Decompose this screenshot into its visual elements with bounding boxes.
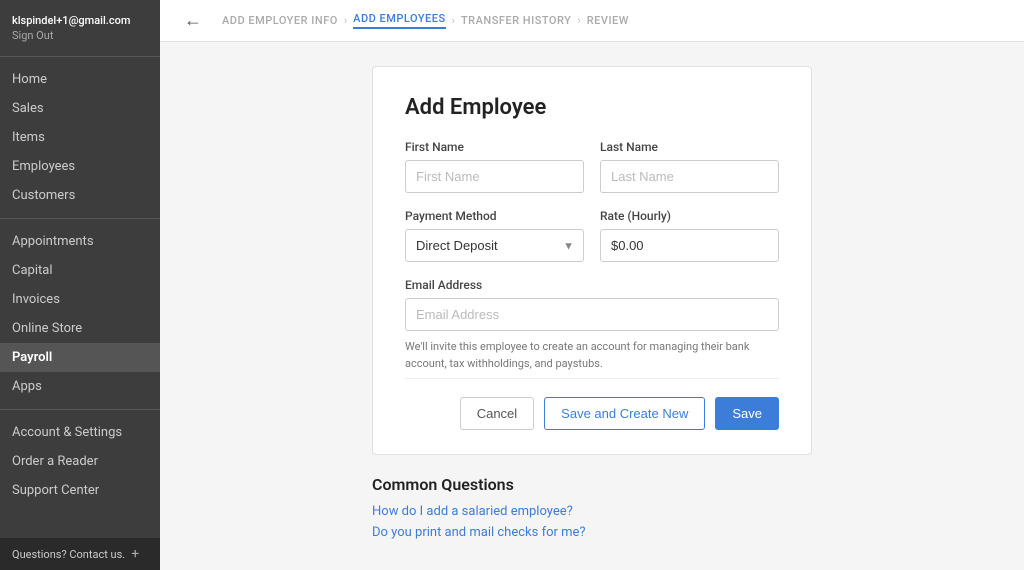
sidebar-item-apps[interactable]: Apps <box>0 372 160 401</box>
breadcrumb-sep-2: › <box>452 14 455 27</box>
common-questions-section: Common Questions How do I add a salaried… <box>372 475 812 540</box>
payment-rate-row: Payment Method Direct Deposit Check Cash… <box>405 209 779 262</box>
sidebar-item-online-store[interactable]: Online Store <box>0 314 160 343</box>
contact-plus-icon: + <box>131 546 139 562</box>
sidebar-signout[interactable]: Sign Out <box>12 29 148 42</box>
sidebar-item-appointments[interactable]: Appointments <box>0 227 160 256</box>
payment-method-wrapper: Direct Deposit Check Cash ▼ <box>405 229 584 262</box>
name-row: First Name Last Name <box>405 140 779 193</box>
sidebar-item-customers[interactable]: Customers <box>0 181 160 210</box>
payment-method-group: Payment Method Direct Deposit Check Cash… <box>405 209 584 262</box>
sidebar-divider-3 <box>0 409 160 410</box>
save-button[interactable]: Save <box>715 397 779 430</box>
sidebar-divider-1 <box>0 56 160 57</box>
breadcrumb-sep-1: › <box>344 14 347 27</box>
main-content: ← ADD EMPLOYER INFO › ADD EMPLOYEES › TR… <box>160 0 1024 570</box>
breadcrumb-add-employees[interactable]: ADD EMPLOYEES <box>353 12 446 29</box>
sidebar-contact[interactable]: Questions? Contact us. + <box>0 538 160 570</box>
email-group: Email Address We'll invite this employee… <box>405 278 779 372</box>
breadcrumb-review[interactable]: REVIEW <box>587 14 629 27</box>
first-name-label: First Name <box>405 140 584 154</box>
sidebar-item-capital[interactable]: Capital <box>0 256 160 285</box>
cq-link-2[interactable]: Do you print and mail checks for me? <box>372 525 812 540</box>
sidebar-item-employees[interactable]: Employees <box>0 152 160 181</box>
rate-input[interactable] <box>600 229 779 262</box>
last-name-label: Last Name <box>600 140 779 154</box>
first-name-group: First Name <box>405 140 584 193</box>
sidebar-user-section: klspindel+1@gmail.com Sign Out <box>0 0 160 48</box>
email-note: We'll invite this employee to create an … <box>405 339 779 372</box>
sidebar-email: klspindel+1@gmail.com <box>12 14 148 27</box>
save-and-create-new-button[interactable]: Save and Create New <box>544 397 705 430</box>
email-label: Email Address <box>405 278 779 292</box>
cancel-button[interactable]: Cancel <box>460 397 534 430</box>
last-name-group: Last Name <box>600 140 779 193</box>
page-content: Add Employee First Name Last Name Paymen… <box>160 42 1024 570</box>
payment-method-label: Payment Method <box>405 209 584 223</box>
last-name-input[interactable] <box>600 160 779 193</box>
breadcrumb-transfer-history[interactable]: TRANSFER HISTORY <box>461 14 571 27</box>
email-input[interactable] <box>405 298 779 331</box>
sidebar-item-account-settings[interactable]: Account & Settings <box>0 418 160 447</box>
contact-label: Questions? Contact us. <box>12 548 125 561</box>
sidebar-item-home[interactable]: Home <box>0 65 160 94</box>
breadcrumb-add-employer[interactable]: ADD EMPLOYER INFO <box>222 14 338 27</box>
breadcrumb-sep-3: › <box>577 14 580 27</box>
common-questions-title: Common Questions <box>372 475 812 494</box>
payment-method-select[interactable]: Direct Deposit Check Cash <box>405 229 584 262</box>
breadcrumbs: ADD EMPLOYER INFO › ADD EMPLOYEES › TRAN… <box>222 12 629 29</box>
top-nav: ← ADD EMPLOYER INFO › ADD EMPLOYEES › TR… <box>160 0 1024 42</box>
sidebar-item-invoices[interactable]: Invoices <box>0 285 160 314</box>
form-actions: Cancel Save and Create New Save <box>405 378 779 430</box>
form-title: Add Employee <box>405 95 779 120</box>
add-employee-form-card: Add Employee First Name Last Name Paymen… <box>372 66 812 455</box>
sidebar-divider-2 <box>0 218 160 219</box>
back-button[interactable]: ← <box>184 10 202 31</box>
sidebar-bottom: Questions? Contact us. + <box>0 538 160 570</box>
sidebar-item-items[interactable]: Items <box>0 123 160 152</box>
sidebar-item-support[interactable]: Support Center <box>0 476 160 505</box>
sidebar-item-payroll[interactable]: Payroll <box>0 343 160 372</box>
first-name-input[interactable] <box>405 160 584 193</box>
rate-label: Rate (Hourly) <box>600 209 779 223</box>
sidebar-item-order-reader[interactable]: Order a Reader <box>0 447 160 476</box>
sidebar-item-sales[interactable]: Sales <box>0 94 160 123</box>
cq-link-1[interactable]: How do I add a salaried employee? <box>372 504 812 519</box>
sidebar: klspindel+1@gmail.com Sign Out Home Sale… <box>0 0 160 570</box>
rate-group: Rate (Hourly) <box>600 209 779 262</box>
